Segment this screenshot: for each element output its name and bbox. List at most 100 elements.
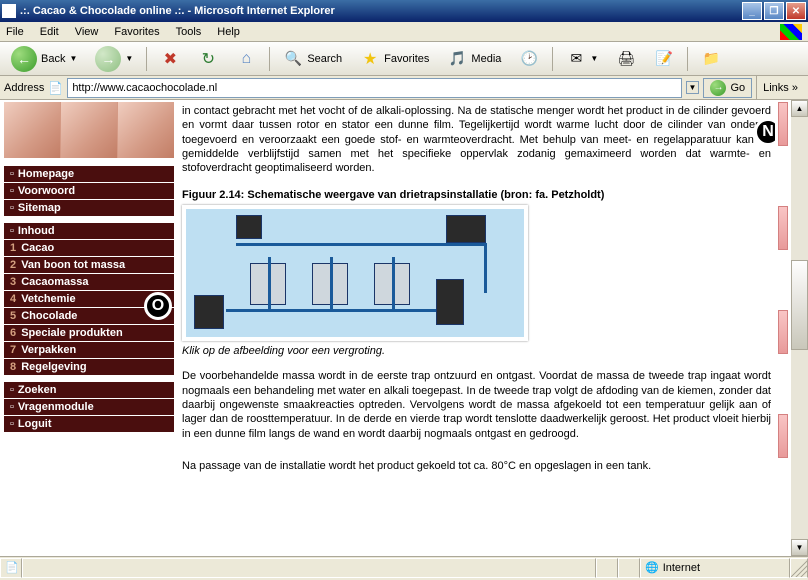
- stop-icon: ✖: [160, 49, 180, 69]
- nav-item-cacao[interactable]: 1 Cacao: [4, 240, 174, 257]
- nav-item-loguit[interactable]: ▫Loguit: [4, 416, 174, 433]
- stop-button[interactable]: ✖: [153, 46, 187, 72]
- nav-item-van-boon-tot-massa[interactable]: 2 Van boon tot massa: [4, 257, 174, 274]
- toolbar: ← Back ▼ → ▼ ✖ ↻ ⌂ 🔍 Search ★Favorites 🎵M…: [0, 42, 808, 76]
- search-icon: 🔍: [283, 49, 303, 69]
- resize-grip[interactable]: [790, 558, 808, 578]
- statusbar: 📄 🌐 Internet: [0, 556, 808, 578]
- nav-item-cacaomassa[interactable]: 3 Cacaomassa: [4, 274, 174, 291]
- window-title: .:. Cacao & Chocolade online .:. - Micro…: [20, 5, 335, 17]
- print-icon: 🖨: [616, 49, 636, 69]
- window-titlebar: .:. Cacao & Chocolade online .:. - Micro…: [0, 0, 808, 22]
- menu-tools[interactable]: Tools: [176, 26, 202, 38]
- menubar: File Edit View Favorites Tools Help: [0, 22, 808, 42]
- search-button[interactable]: 🔍 Search: [276, 46, 349, 72]
- left-column: ▫Homepage▫Voorwoord▫Sitemap ▫Inhoud1 Cac…: [0, 100, 178, 556]
- menu-view[interactable]: View: [75, 26, 99, 38]
- status-icon-2: [618, 558, 640, 578]
- print-button[interactable]: 🖨: [609, 46, 643, 72]
- nav-item-inhoud[interactable]: ▫Inhoud: [4, 223, 174, 240]
- refresh-button[interactable]: ↻: [191, 46, 225, 72]
- header-image: [4, 102, 174, 158]
- status-ie-icon: 📄: [0, 558, 22, 578]
- paragraph-3: Na passage van de installatie wordt het …: [182, 459, 771, 473]
- page-icon: 📄: [48, 81, 63, 95]
- internet-zone-icon: 🌐: [645, 561, 659, 574]
- nav-item-regelgeving[interactable]: 8 Regelgeving: [4, 359, 174, 376]
- vertical-scrollbar[interactable]: ▲ ▼: [791, 100, 808, 556]
- paragraph-2: De voorbehandelde massa wordt in de eers…: [182, 369, 771, 440]
- address-bar: Address 📄 ▼ → Go Links »: [0, 76, 808, 100]
- separator: [269, 47, 270, 71]
- separator: [552, 47, 553, 71]
- edit-button[interactable]: 📝: [647, 46, 681, 72]
- schematic-figure[interactable]: [182, 205, 528, 341]
- mail-icon: ✉: [566, 49, 586, 69]
- address-dropdown-icon[interactable]: ▼: [686, 81, 700, 94]
- menu-file[interactable]: File: [6, 26, 24, 38]
- menu-help[interactable]: Help: [217, 26, 240, 38]
- mail-button[interactable]: ✉▼: [559, 46, 605, 72]
- nav-item-vragenmodule[interactable]: ▫Vragenmodule: [4, 399, 174, 416]
- zone-label: Internet: [663, 562, 700, 574]
- folder-icon: 📁: [701, 49, 721, 69]
- marker-n: N: [754, 118, 775, 146]
- nav-item-verpakken[interactable]: 7 Verpakken: [4, 342, 174, 359]
- main-column: in contact gebracht met het vocht of de …: [178, 100, 775, 556]
- decor-bar: [778, 414, 788, 458]
- figure-caption: Figuur 2.14: Schematische weergave van d…: [182, 189, 771, 201]
- forward-button[interactable]: → ▼: [88, 43, 140, 75]
- refresh-icon: ↻: [198, 49, 218, 69]
- back-label: Back: [41, 53, 65, 65]
- favorites-button[interactable]: ★Favorites: [353, 46, 436, 72]
- history-button[interactable]: 🕑: [512, 46, 546, 72]
- close-button[interactable]: ✕: [786, 2, 806, 20]
- status-zone: 🌐 Internet: [640, 558, 790, 578]
- scroll-thumb[interactable]: [791, 260, 808, 350]
- ie-icon: [2, 4, 16, 18]
- links-label[interactable]: Links »: [756, 76, 804, 100]
- back-arrow-icon: ←: [11, 46, 37, 72]
- decor-bar: [778, 206, 788, 250]
- history-icon: 🕑: [519, 49, 539, 69]
- address-input[interactable]: [67, 78, 681, 98]
- media-icon: 🎵: [447, 49, 467, 69]
- folder-button[interactable]: 📁: [694, 46, 728, 72]
- edit-icon: 📝: [654, 49, 674, 69]
- home-icon: ⌂: [236, 49, 256, 69]
- right-decor: [775, 100, 791, 556]
- back-button[interactable]: ← Back ▼: [4, 43, 84, 75]
- minimize-button[interactable]: _: [742, 2, 762, 20]
- favorites-label: Favorites: [384, 53, 429, 65]
- scroll-down-button[interactable]: ▼: [791, 539, 808, 556]
- nav-item-sitemap[interactable]: ▫Sitemap: [4, 200, 174, 217]
- windows-flag-icon: [780, 24, 802, 40]
- nav-item-zoeken[interactable]: ▫Zoeken: [4, 382, 174, 399]
- decor-bar: [778, 310, 788, 354]
- decor-bar: [778, 102, 788, 146]
- search-label: Search: [307, 53, 342, 65]
- nav-item-homepage[interactable]: ▫Homepage: [4, 166, 174, 183]
- separator: [687, 47, 688, 71]
- media-button[interactable]: 🎵Media: [440, 46, 508, 72]
- status-text: [22, 558, 596, 578]
- maximize-button[interactable]: ❐: [764, 2, 784, 20]
- go-label: Go: [730, 82, 745, 94]
- menu-edit[interactable]: Edit: [40, 26, 59, 38]
- nav-item-voorwoord[interactable]: ▫Voorwoord: [4, 183, 174, 200]
- go-arrow-icon: →: [710, 80, 726, 96]
- figure-click-hint: Klik op de afbeelding voor een vergrotin…: [182, 345, 771, 357]
- nav-item-speciale-produkten[interactable]: 6 Speciale produkten: [4, 325, 174, 342]
- go-button[interactable]: → Go: [703, 78, 752, 98]
- status-icon-1: [596, 558, 618, 578]
- forward-arrow-icon: →: [95, 46, 121, 72]
- menu-favorites[interactable]: Favorites: [114, 26, 159, 38]
- home-button[interactable]: ⌂: [229, 46, 263, 72]
- separator: [146, 47, 147, 71]
- chevron-down-icon: ▼: [125, 54, 133, 63]
- paragraph-1: in contact gebracht met het vocht of de …: [182, 104, 771, 175]
- scroll-up-button[interactable]: ▲: [791, 100, 808, 117]
- content-area: ▫Homepage▫Voorwoord▫Sitemap ▫Inhoud1 Cac…: [0, 100, 808, 556]
- chevron-down-icon: ▼: [69, 54, 77, 63]
- marker-o: O: [144, 292, 172, 320]
